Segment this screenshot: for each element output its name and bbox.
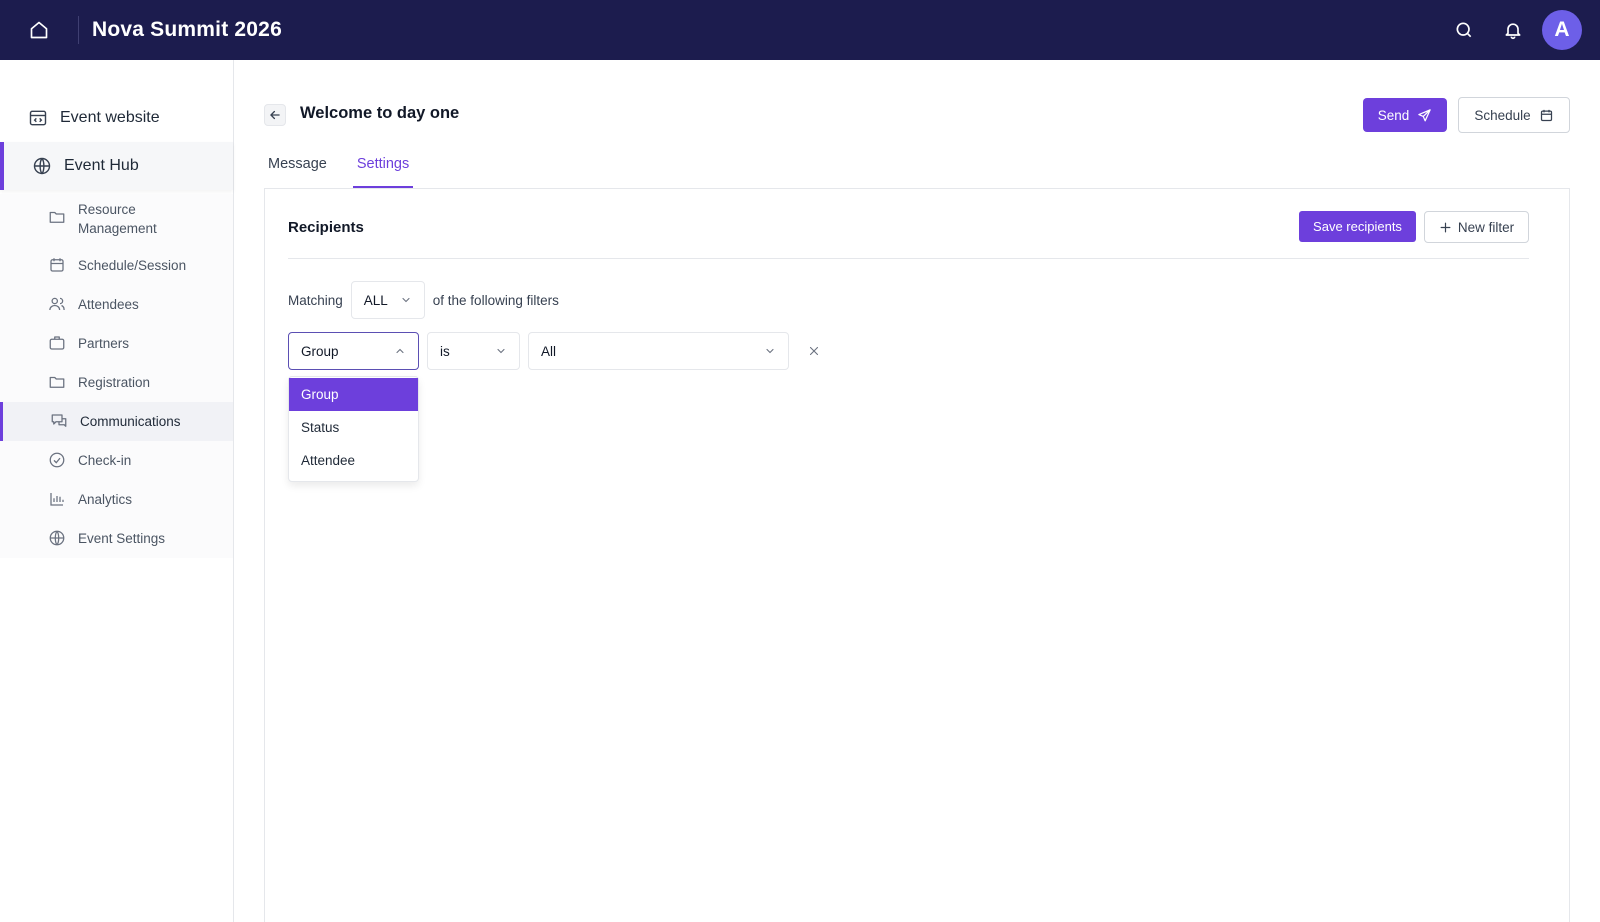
recipients-title: Recipients xyxy=(288,219,364,236)
filter-value: All xyxy=(541,343,557,359)
sidebar-item-label: Event Settings xyxy=(78,531,166,546)
send-button[interactable]: Send xyxy=(1363,98,1447,132)
sidebar-sub-list: Resource Management Schedule/Session Att… xyxy=(0,194,233,558)
filter-operator-value: is xyxy=(440,343,450,359)
sidebar-item-event-settings[interactable]: Event Settings xyxy=(0,519,233,558)
matching-select[interactable]: ALL xyxy=(350,281,425,319)
chat-icon xyxy=(50,412,70,430)
sidebar: Event website Event Hub Resource Managem… xyxy=(0,60,234,922)
matching-prefix: Matching xyxy=(288,292,343,308)
globe-icon xyxy=(48,529,68,547)
briefcase-icon xyxy=(48,334,68,352)
home-button[interactable] xyxy=(0,0,78,60)
schedule-button[interactable]: Schedule xyxy=(1458,97,1570,133)
folder-icon xyxy=(48,200,68,226)
tab-settings[interactable]: Settings xyxy=(352,146,414,188)
avatar[interactable]: A xyxy=(1542,10,1582,50)
recipients-panel: Recipients Save recipients New filter Ma… xyxy=(264,188,1570,922)
bar-chart-icon xyxy=(48,490,68,508)
send-button-label: Send xyxy=(1377,107,1410,123)
users-icon xyxy=(48,295,68,313)
dropdown-option-attendee[interactable]: Attendee xyxy=(289,444,418,477)
check-circle-icon xyxy=(48,451,68,469)
sidebar-item-registration[interactable]: Registration xyxy=(0,363,233,402)
new-filter-label: New filter xyxy=(1457,219,1515,235)
new-filter-button[interactable]: New filter xyxy=(1424,211,1529,243)
globe-icon xyxy=(32,156,52,176)
sidebar-item-check-in[interactable]: Check-in xyxy=(0,441,233,480)
sidebar-item-label: Registration xyxy=(78,375,151,390)
remove-filter-button[interactable] xyxy=(803,340,825,362)
top-bar: Nova Summit 2026 A xyxy=(0,0,1600,60)
sidebar-item-analytics[interactable]: Analytics xyxy=(0,480,233,519)
folder-icon xyxy=(48,373,68,391)
sidebar-item-label: Event Hub xyxy=(64,157,139,174)
page-title: Welcome to day one xyxy=(300,104,460,122)
sidebar-item-label: Attendees xyxy=(78,297,139,312)
top-actions: A xyxy=(1444,10,1582,50)
divider xyxy=(288,258,1529,259)
sidebar-item-label: Resource Management xyxy=(78,202,157,236)
app-title: Nova Summit 2026 xyxy=(92,18,282,41)
matching-row: Matching ALL of the following filters xyxy=(288,281,559,319)
filter-value-select[interactable]: All xyxy=(528,332,789,370)
filter-row: Group is All xyxy=(288,332,825,370)
sidebar-item-communications[interactable]: Communications xyxy=(0,402,233,441)
search-button[interactable] xyxy=(1444,10,1484,50)
send-icon xyxy=(1418,108,1432,121)
filter-field-dropdown: Group Status Attendee xyxy=(288,376,419,482)
arrow-left-icon xyxy=(270,110,280,120)
matching-value: ALL xyxy=(363,292,388,308)
chevron-down-icon xyxy=(402,297,410,303)
filter-field-select[interactable]: Group xyxy=(288,332,419,370)
filter-field-value: Group xyxy=(301,343,339,359)
search-icon xyxy=(1456,22,1472,38)
main-content: Welcome to day one Send Schedule Message… xyxy=(234,60,1600,922)
tab-bar: Message Settings xyxy=(264,146,435,188)
save-recipients-button[interactable]: Save recipients xyxy=(1299,211,1416,242)
chevron-down-icon xyxy=(766,348,774,354)
matching-suffix: of the following filters xyxy=(432,292,559,308)
schedule-button-label: Schedule xyxy=(1474,107,1531,123)
sidebar-item-label: Analytics xyxy=(78,492,133,507)
dropdown-option-status[interactable]: Status xyxy=(289,411,418,444)
sidebar-item-label: Event website xyxy=(60,109,160,126)
home-icon xyxy=(30,21,48,39)
sidebar-item-event-website[interactable]: Event website xyxy=(0,94,233,142)
filter-operator-select[interactable]: is xyxy=(427,332,520,370)
top-divider xyxy=(78,16,79,44)
sidebar-item-label: Partners xyxy=(78,336,130,351)
tab-message[interactable]: Message xyxy=(264,146,331,188)
sidebar-item-label: Check-in xyxy=(78,453,132,468)
sidebar-item-event-hub[interactable]: Event Hub xyxy=(0,142,233,190)
plus-icon xyxy=(1439,221,1452,234)
close-icon xyxy=(809,346,819,356)
back-button[interactable] xyxy=(264,104,286,126)
bell-icon xyxy=(1505,23,1521,40)
sidebar-item-partners[interactable]: Partners xyxy=(0,324,233,363)
dropdown-option-group[interactable]: Group xyxy=(289,378,418,411)
sidebar-item-attendees[interactable]: Attendees xyxy=(0,285,233,324)
sidebar-item-label: Schedule/Session xyxy=(78,258,187,273)
sidebar-item-label: Communications xyxy=(80,414,181,429)
sidebar-item-schedule-session[interactable]: Schedule/Session xyxy=(0,246,233,285)
calendar-icon xyxy=(48,256,68,274)
chevron-up-icon xyxy=(396,348,404,354)
sidebar-item-resource-management[interactable]: Resource Management xyxy=(0,194,233,246)
calendar-icon xyxy=(1540,109,1552,121)
chevron-down-icon xyxy=(497,348,505,354)
browser-code-icon xyxy=(28,108,48,128)
notifications-button[interactable] xyxy=(1493,10,1533,50)
